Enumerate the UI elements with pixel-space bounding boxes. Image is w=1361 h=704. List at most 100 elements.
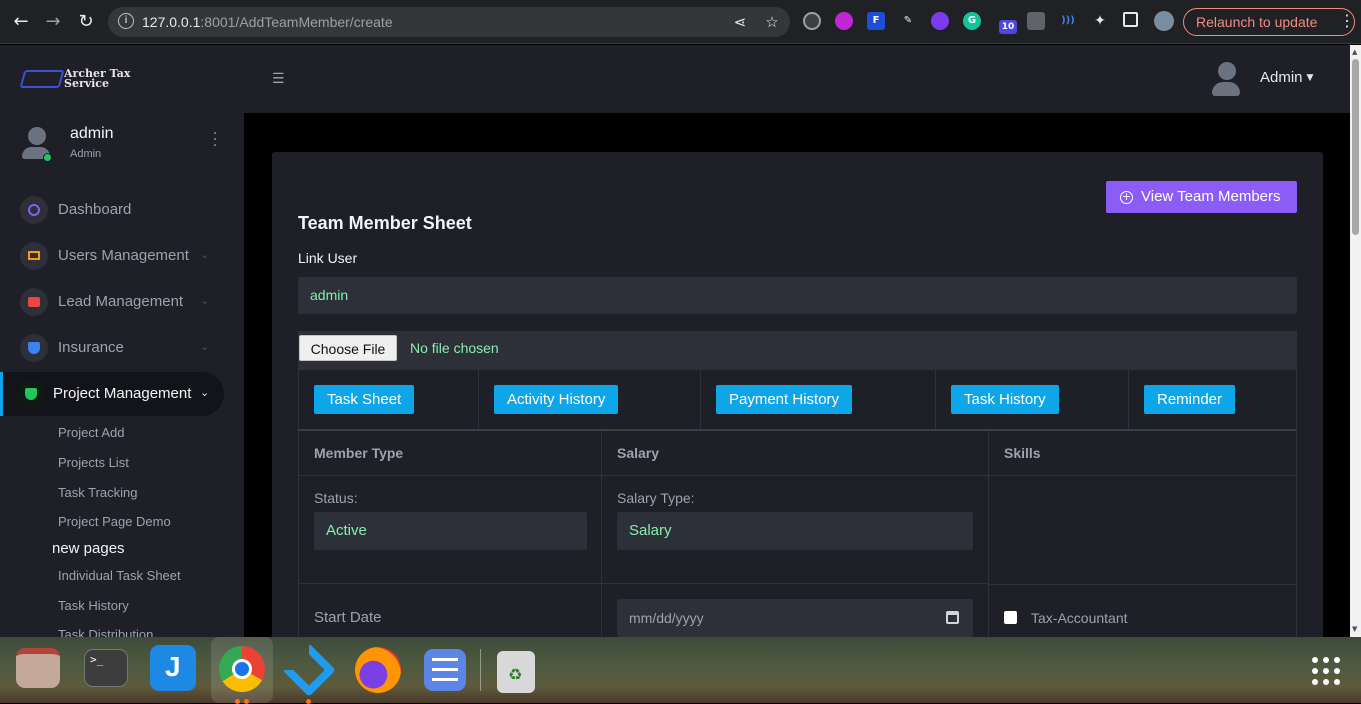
skills-cell [989,476,1297,584]
dock-separator [480,649,481,691]
firefox-app-icon[interactable] [355,647,401,693]
gauge-icon [20,196,48,224]
laptop-icon [20,242,48,270]
sidebar-item-users-management[interactable]: Users Management ⌄ [0,234,244,278]
sidebar-subitem-task-tracking[interactable]: Task Tracking [58,485,137,500]
scroll-down-arrow-icon[interactable]: ▼ [1352,625,1357,633]
page-scrollbar[interactable]: ▲ ▼ [1350,45,1361,637]
relaunch-button[interactable]: Relaunch to update ⋮ [1183,8,1355,36]
vscode-app-icon[interactable] [282,643,336,697]
running-indicator [235,699,240,704]
tax-accountant-checkbox[interactable] [1004,611,1017,624]
status-select[interactable]: Active [314,512,587,550]
choose-file-button[interactable]: Choose File [299,335,397,361]
share-icon[interactable]: ⋖ [730,12,750,32]
forward-arrow-icon[interactable]: → [41,10,65,34]
show-apps-grid-icon[interactable] [1312,657,1344,689]
chevron-down-icon: ⌄ [200,294,210,307]
date-input-cell: mm/dd/yyyy [602,584,989,637]
sidebar-subitem-task-distribution[interactable]: Task Distribution [58,627,153,637]
logo-mark-icon [19,70,65,88]
tab-task-sheet[interactable]: Task Sheet [314,385,415,414]
page-title: Team Member Sheet [298,213,472,233]
url-text[interactable]: 127.0.0.1:8001/AddTeamMember/create [142,14,393,30]
sidebar-section-new-pages: new pages [52,540,125,557]
site-info-icon[interactable]: i [118,13,134,29]
tab-task-history[interactable]: Task History [951,385,1059,414]
hamburger-menu-icon[interactable]: ☰ [272,71,285,87]
scroll-up-arrow-icon[interactable]: ▲ [1352,48,1357,56]
terminal-app-icon[interactable]: >_ [84,649,128,687]
calendar-icon[interactable] [946,611,959,624]
sidebar-item-lead-management[interactable]: Lead Management ⌄ [0,280,244,324]
extension-drop-icon[interactable] [931,12,949,30]
link-user-select[interactable]: admin [298,277,1297,314]
start-date-label: Start Date [314,609,382,626]
logo[interactable]: Archer Tax Service [19,67,142,93]
files-app-icon[interactable] [16,648,60,688]
salary-type-select[interactable]: Salary [617,512,973,550]
sidebar-subitem-projects-list[interactable]: Projects List [58,455,129,470]
extension-sync-icon[interactable] [803,12,821,30]
sidebar-subitem-project-page-demo[interactable]: Project Page Demo [58,514,171,529]
tab-payment-history[interactable]: Payment History [716,385,853,414]
chevron-down-icon: ⌄ [200,386,210,399]
member-type-cell: Status: Active [298,476,602,584]
reload-icon[interactable]: ↻ [74,10,98,34]
online-status-dot [43,153,52,162]
sidebar-item-project-management[interactable]: Project Management ⌄ [0,372,224,416]
scrollbar-thumb[interactable] [1352,59,1359,235]
sidebar-item-insurance[interactable]: Insurance ⌄ [0,326,244,370]
tax-accountant-label: Tax-Accountant [1031,610,1128,626]
member-details-grid: Member Type Salary Skills Status: Active… [298,431,1297,637]
back-arrow-icon[interactable]: ← [9,10,33,34]
link-user-label: Link User [298,250,358,266]
eyedropper-icon[interactable]: ✎ [899,12,917,30]
php-extension-badge[interactable]: 10 [999,20,1017,34]
tasks-app-icon[interactable] [424,649,466,691]
kebab-menu-icon[interactable]: · · · [210,127,220,153]
tab-activity-history[interactable]: Activity History [494,385,619,414]
app-header: Archer Tax Service ☰ Admin ▼ [0,45,1350,113]
view-team-members-button[interactable]: + View Team Members [1106,181,1297,213]
status-label: Status: [314,490,358,506]
salary-cell: Salary Type: Salary [602,476,989,584]
column-header-salary: Salary [602,431,989,476]
chrome-dock-slot[interactable] [211,637,273,704]
header-avatar[interactable] [1212,62,1240,96]
chrome-app-icon[interactable] [219,646,265,692]
extension-fi-icon[interactable]: F [867,12,885,30]
running-indicator [306,699,311,704]
sidebar: admin Admin · · · Dashboard Users Manageme… [0,113,244,637]
side-panel-icon[interactable] [1123,12,1138,27]
header-user-dropdown[interactable]: Admin ▼ [1260,69,1313,86]
sidebar-item-label: Dashboard [58,201,132,218]
bookmark-star-icon[interactable]: ☆ [762,12,782,32]
extension-circle-icon[interactable] [835,12,853,30]
main-content: + View Team Members Team Member Sheet Lin… [244,113,1350,637]
sidebar-user-name: admin [70,125,114,142]
tab-reminder[interactable]: Reminder [1144,385,1236,414]
sidebar-item-dashboard[interactable]: Dashboard [0,188,244,232]
joplin-app-icon[interactable]: J [150,645,196,691]
profile-avatar[interactable] [1154,11,1174,31]
caret-down-icon: ▼ [1306,73,1314,83]
chevron-down-icon: ⌄ [200,340,210,353]
os-dock: >_ J ♻ [0,637,1361,704]
sidebar-avatar[interactable] [22,127,52,162]
file-status-text: No file chosen [410,340,499,356]
wave-extension-icon[interactable]: ))) [1059,12,1077,30]
browser-toolbar: ← → ↻ i 127.0.0.1:8001/AddTeamMember/cre… [0,0,1361,44]
shield-check-icon [17,380,45,408]
camera-icon[interactable] [1027,12,1045,30]
grammarly-icon[interactable]: G [963,12,981,30]
extensions-puzzle-icon[interactable]: ✦ [1091,12,1109,30]
trash-icon[interactable]: ♻ [497,651,535,693]
chrome-menu-icon[interactable]: ⋮ [1339,9,1355,35]
start-date-input[interactable]: mm/dd/yyyy [617,599,973,637]
sidebar-subitem-project-add[interactable]: Project Add [58,425,125,440]
team-member-card: + View Team Members Team Member Sheet Lin… [272,152,1323,637]
sidebar-subitem-task-history[interactable]: Task History [58,598,129,613]
sidebar-subitem-individual-task-sheet[interactable]: Individual Task Sheet [58,568,181,583]
address-bar[interactable]: i 127.0.0.1:8001/AddTeamMember/create ⋖ … [108,7,790,37]
